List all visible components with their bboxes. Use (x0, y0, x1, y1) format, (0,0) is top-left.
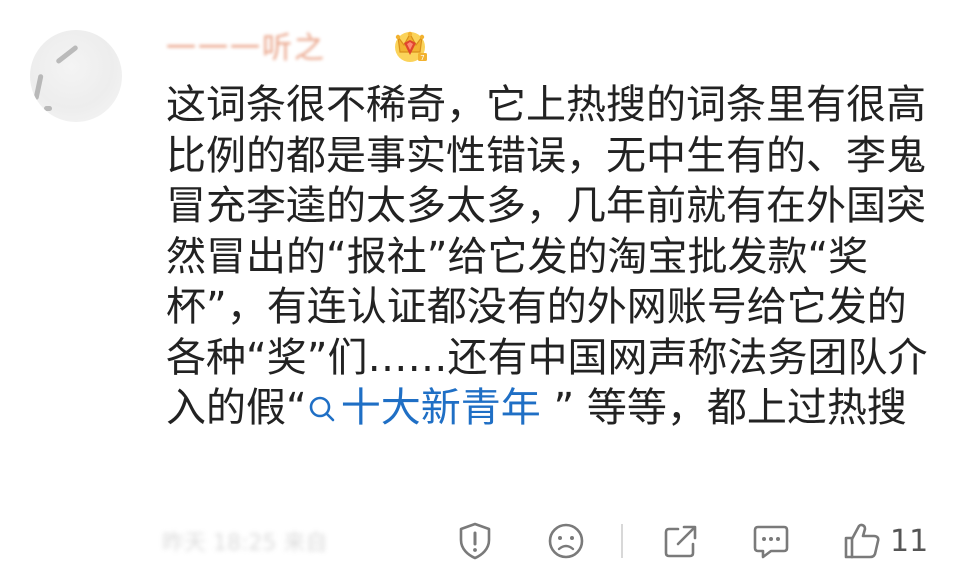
action-bar: 11 (0, 516, 960, 566)
comment-text-part: 这词条很不稀奇，它上热搜的词条里有很高比例的都是事实性错误，无中生有的、李鬼冒充… (166, 82, 928, 431)
comment-bubble-icon (753, 525, 789, 559)
topic-link-label[interactable]: 十大新青年 (341, 385, 541, 431)
action-divider (621, 524, 623, 558)
comment-text: 这词条很不稀奇，它上热搜的词条里有很高比例的都是事实性错误，无中生有的、李鬼冒充… (166, 80, 936, 434)
warning-shield-icon (459, 522, 491, 560)
share-button[interactable] (660, 520, 702, 562)
reply-button[interactable] (750, 520, 792, 562)
share-icon (664, 525, 697, 558)
thumbs-up-icon (844, 523, 880, 559)
dislike-button[interactable] (545, 520, 587, 562)
username[interactable]: 一一一听之 (166, 23, 388, 67)
crown-badge-icon[interactable]: 7 (390, 25, 430, 65)
search-icon (309, 396, 335, 422)
comment-card: 一一一听之 7 这词条很不稀奇，它上热搜的词条里有很高比例的都是事实性错误，无中… (0, 0, 960, 580)
user-row: 一一一听之 7 (166, 22, 430, 68)
comment-text-part: ” 等等，都上过热搜 (540, 385, 907, 431)
svg-text:7: 7 (420, 54, 424, 62)
topic-link[interactable]: 十大新青年 (307, 385, 541, 431)
avatar[interactable] (30, 30, 122, 122)
report-button[interactable] (454, 520, 496, 562)
like-button[interactable]: 11 (842, 520, 928, 562)
like-count: 11 (890, 523, 929, 559)
sad-face-icon (548, 523, 584, 559)
